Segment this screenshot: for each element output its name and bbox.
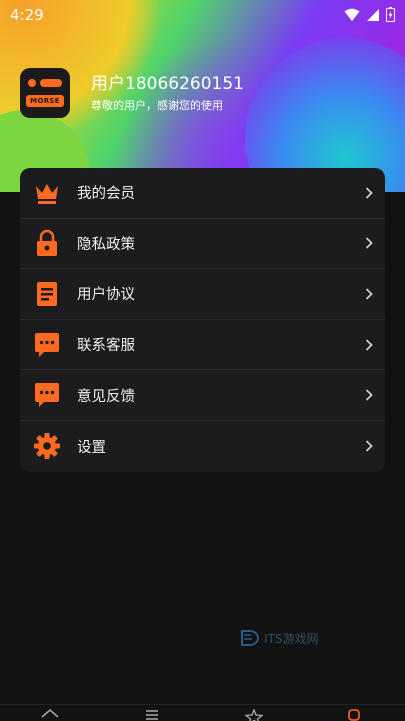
bottom-tab-bar <box>0 704 405 721</box>
status-time: 4:29 <box>10 6 44 24</box>
crown-icon <box>33 179 61 207</box>
star-icon[interactable] <box>245 709 263 721</box>
menu-item-user-agreement[interactable]: 用户协议 <box>20 269 385 320</box>
menu-label: 设置 <box>77 439 106 456</box>
wifi-icon <box>344 8 360 21</box>
list-icon[interactable] <box>143 709 161 721</box>
menu-label: 联系客服 <box>77 338 135 355</box>
document-icon <box>33 280 61 308</box>
app-logo: MORSE <box>20 68 70 118</box>
menu-card: 我的会员 隐私政策 用户协议 联系客服 意见反馈 设置 <box>20 168 385 472</box>
watermark-logo-icon <box>241 630 259 646</box>
username: 用户18066260151 <box>91 74 244 94</box>
home-icon[interactable] <box>41 709 59 721</box>
chevron-right-icon <box>365 389 373 401</box>
profile-header[interactable]: MORSE 用户18066260151 尊敬的用户，感谢您的使用 <box>20 68 244 118</box>
chevron-right-icon <box>365 440 373 452</box>
battery-icon <box>386 7 395 22</box>
menu-item-privacy[interactable]: 隐私政策 <box>20 219 385 270</box>
lock-icon <box>33 229 61 257</box>
profile-subtitle: 尊敬的用户，感谢您的使用 <box>91 99 223 112</box>
menu-item-customer-service[interactable]: 联系客服 <box>20 320 385 371</box>
watermark: ITS游戏网 <box>240 628 319 648</box>
logo-text: MORSE <box>26 95 64 107</box>
menu-label: 用户协议 <box>77 287 135 304</box>
chevron-right-icon <box>365 288 373 300</box>
status-bar: 4:29 <box>0 0 405 30</box>
chevron-right-icon <box>365 187 373 199</box>
chevron-right-icon <box>365 338 373 351</box>
menu-item-settings[interactable]: 设置 <box>20 421 385 472</box>
menu-label: 意见反馈 <box>77 388 135 405</box>
profile-tab-icon[interactable] <box>345 709 363 721</box>
menu-item-membership[interactable]: 我的会员 <box>20 168 385 219</box>
chat-icon <box>33 331 61 359</box>
gear-icon <box>33 432 61 460</box>
feedback-icon <box>33 381 61 409</box>
menu-label: 我的会员 <box>77 186 135 203</box>
signal-icon <box>367 8 379 21</box>
watermark-text: ITS游戏网 <box>264 631 319 646</box>
menu-label: 隐私政策 <box>77 236 135 253</box>
menu-item-feedback[interactable]: 意见反馈 <box>20 370 385 421</box>
chevron-right-icon <box>365 237 373 250</box>
